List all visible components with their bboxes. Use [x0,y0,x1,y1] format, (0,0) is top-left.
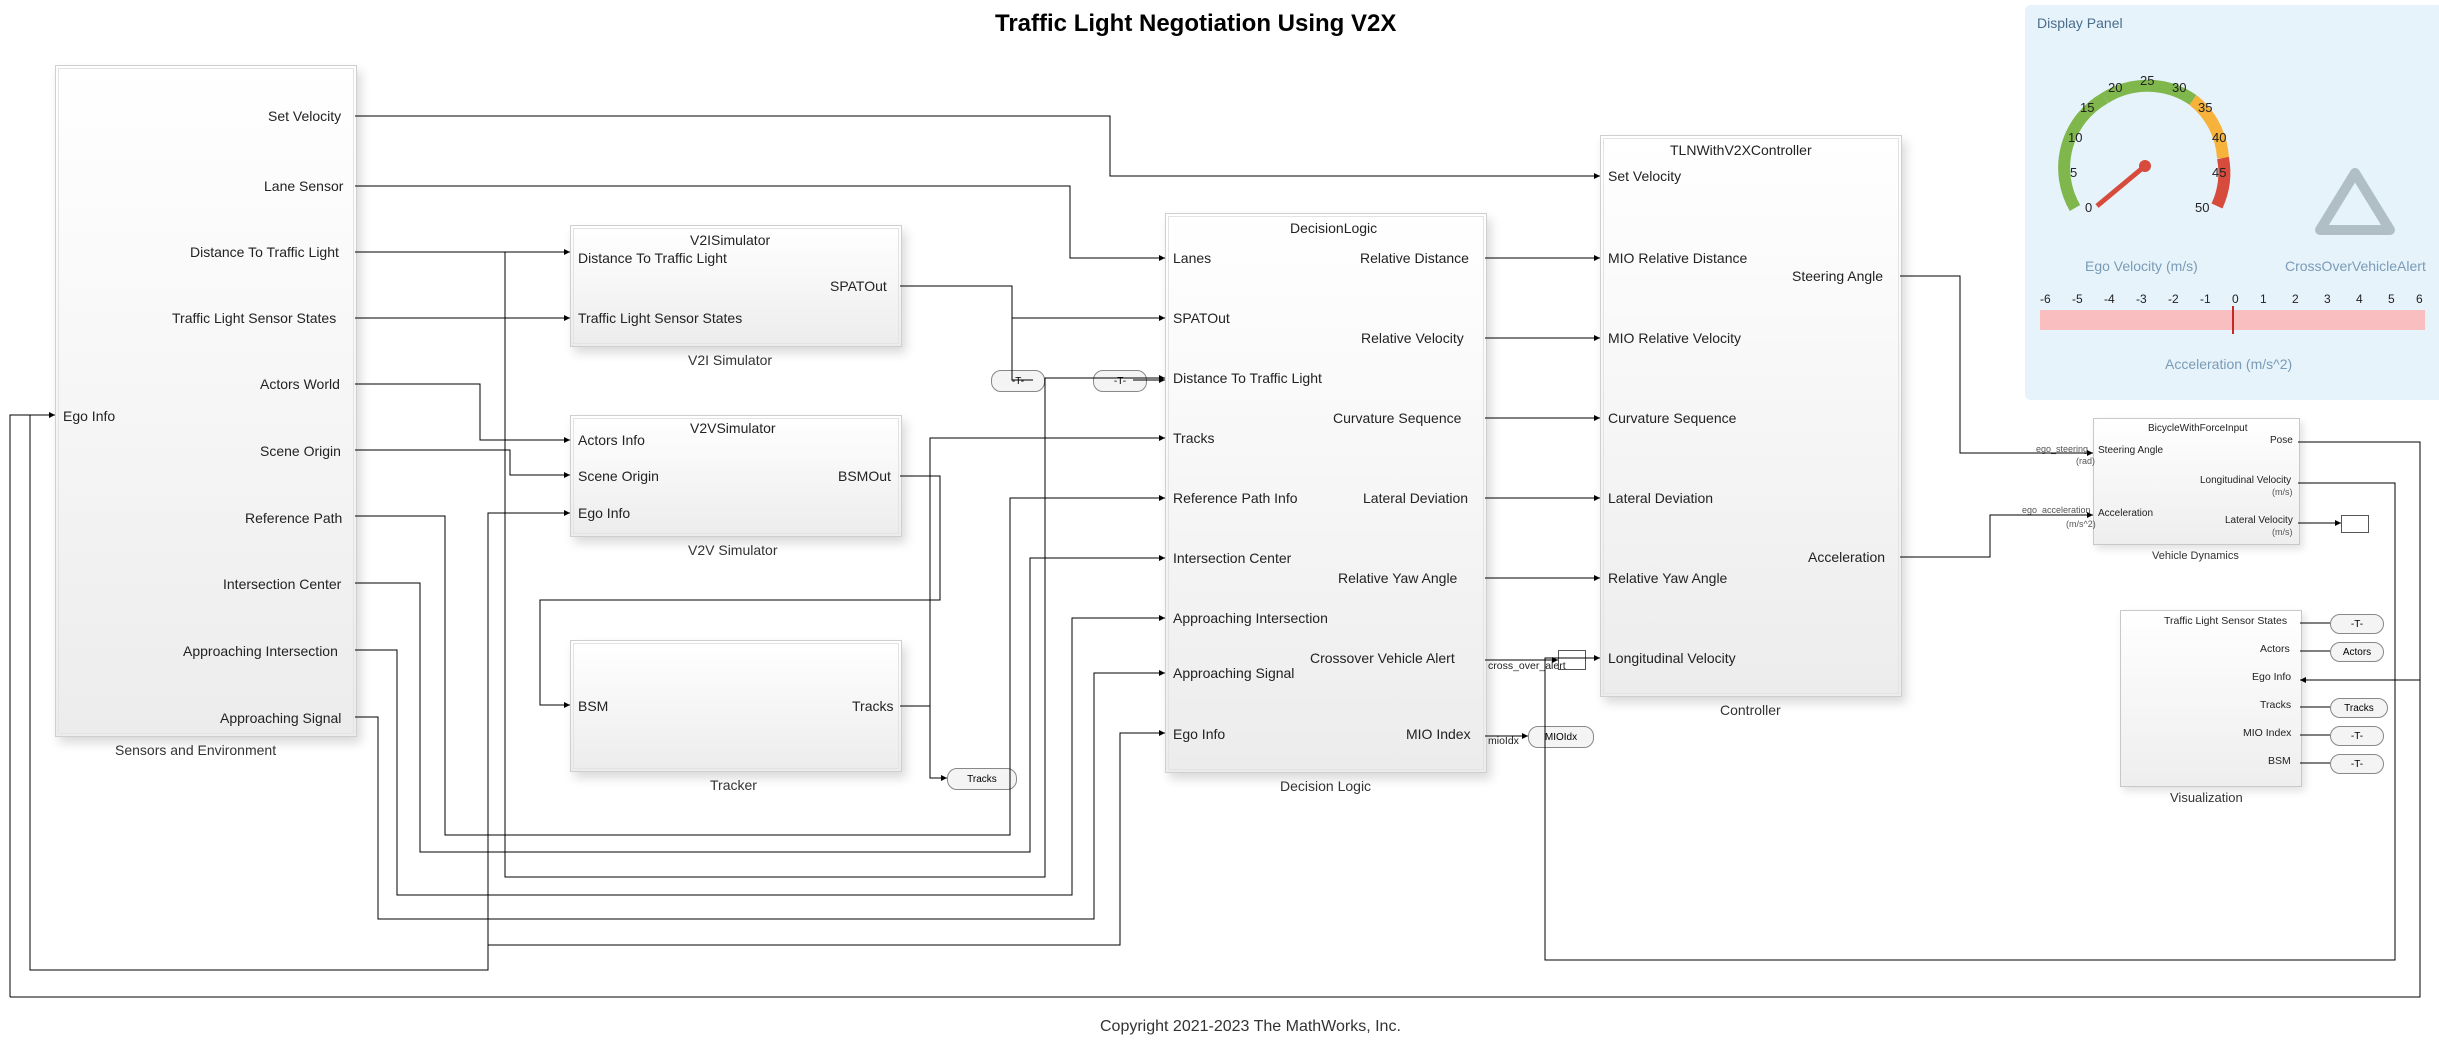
signal-wires [0,0,2439,1050]
